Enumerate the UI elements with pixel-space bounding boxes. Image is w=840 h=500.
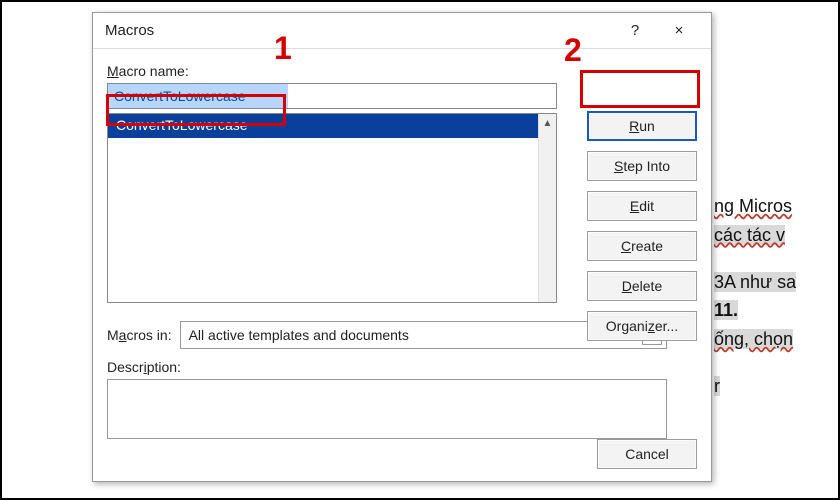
background-document: ng Micros các tác v 3A như sa 11. ống, c… [714,192,834,401]
scrollbar[interactable]: ▲ [538,114,556,302]
step-into-button[interactable]: Step Into [587,151,697,181]
dialog-footer: Cancel [597,439,697,469]
macro-name-label: Macro name: [107,63,697,79]
close-button[interactable]: × [657,16,701,46]
bg-line: ống, chọn [714,329,793,349]
help-button[interactable]: ? [613,16,657,46]
dialog-title: Macros [105,22,613,39]
description-box [107,379,667,439]
delete-button[interactable]: Delete [587,271,697,301]
macro-list[interactable]: ConvertToLowercase ▲ [107,113,557,303]
scroll-up-icon[interactable]: ▲ [539,114,556,132]
bg-line: ng Micros [714,196,792,216]
list-item[interactable]: ConvertToLowercase [108,114,538,138]
run-button[interactable]: RRunun [587,111,697,141]
cancel-button[interactable]: Cancel [597,439,697,469]
button-column: RRunun Step Into Edit Create Delete Orga… [587,111,697,341]
bg-line: r [714,376,720,396]
organizer-button[interactable]: Organizer... [587,311,697,341]
description-label: Description: [107,359,697,375]
bg-line: 11. [714,300,738,320]
create-button[interactable]: Create [587,231,697,261]
edit-button[interactable]: Edit [587,191,697,221]
macro-name-input[interactable] [107,83,557,109]
macros-in-value: All active templates and documents [189,327,409,343]
title-bar: Macros ? × [93,13,711,49]
bg-line: 3A như sa [714,272,796,292]
bg-line: các tác v [714,225,785,245]
macros-dialog: Macros ? × Macro name: /* fix: we'll jus… [92,12,712,482]
macros-in-label: Macros in: [107,327,172,343]
